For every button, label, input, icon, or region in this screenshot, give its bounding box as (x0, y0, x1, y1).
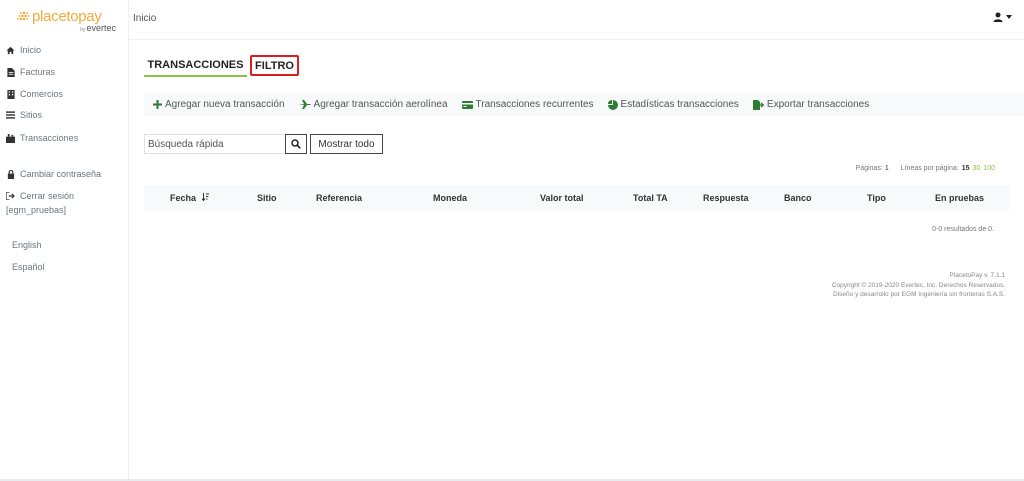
per-page-30[interactable]: 30 (973, 165, 981, 172)
sidebar-item-label: Transacciones (20, 133, 79, 143)
pie-chart-icon (607, 99, 618, 110)
column-fecha-label: Fecha (170, 193, 197, 203)
sidebar-item-facturas[interactable]: Facturas (6, 65, 55, 79)
username-label: [egm_pruebas] (6, 205, 67, 215)
sign-out-icon (6, 192, 15, 201)
column-en-pruebas[interactable]: En pruebas (935, 193, 984, 203)
sidebar-item-comercios[interactable]: Comercios (6, 87, 63, 101)
add-transaction-button[interactable]: Agregar nueva transacción (153, 99, 285, 110)
breadcrumb[interactable]: Inicio (133, 13, 156, 24)
pages-label: Páginas: (855, 165, 883, 172)
sidebar-item-label: Comercios (20, 89, 64, 99)
transaction-stats-button[interactable]: Estadísticas transacciones (607, 99, 739, 110)
per-page-100[interactable]: 100 (983, 165, 995, 172)
home-icon (6, 46, 15, 55)
sidebar-item-label: Inicio (20, 45, 42, 55)
sidebar-item-inicio[interactable]: Inicio (6, 43, 41, 57)
footer: PlacetoPay v. 7.1.1 Copyright © 2019-202… (832, 271, 1005, 300)
export-transactions-label: Exportar transacciones (766, 99, 870, 110)
column-total-ta[interactable]: Total TA (633, 193, 668, 203)
sidebar-item-sitios[interactable]: Sitios (6, 108, 42, 122)
file-export-icon (752, 99, 764, 110)
column-sitio[interactable]: Sitio (257, 193, 277, 203)
export-transactions-button[interactable]: Exportar transacciones (752, 99, 870, 110)
logo-by: by (80, 27, 86, 33)
transaction-stats-label: Estadísticas transacciones (620, 99, 739, 110)
sort-desc-icon (201, 193, 209, 202)
results-count: 0-0 resultados de 0. (932, 226, 994, 233)
sidebar: placetopay byevertec Inicio Facturas Com… (0, 0, 129, 481)
credit-card-icon (461, 100, 473, 109)
sidebar-item-label: Facturas (20, 67, 56, 77)
plane-icon (298, 100, 311, 109)
sidebar-item-label: Sitios (20, 110, 43, 120)
add-airline-transaction-button[interactable]: Agregar transacción aerolínea (298, 99, 448, 110)
column-valor-total[interactable]: Valor total (540, 193, 584, 203)
action-bar: Agregar nueva transacción Agregar transa… (144, 93, 1024, 116)
lock-icon (6, 169, 15, 179)
caret-down-icon (1006, 15, 1012, 19)
footer-copyright: Copyright © 2019-2020 Evertec, Inc. Dere… (831, 281, 1005, 289)
column-respuesta[interactable]: Respuesta (703, 193, 749, 203)
user-icon (993, 12, 1003, 22)
column-banco[interactable]: Banco (784, 193, 812, 203)
tab-transacciones[interactable]: TRANSACCIONES (144, 55, 247, 77)
logout-link[interactable]: Cerrar sesión (6, 189, 74, 203)
file-icon (6, 67, 15, 77)
column-moneda[interactable]: Moneda (433, 193, 467, 203)
exchange-icon (6, 133, 15, 143)
search-button[interactable] (285, 134, 307, 154)
sidebar-item-transacciones[interactable]: Transacciones (6, 131, 78, 145)
user-menu-button[interactable] (993, 12, 1012, 22)
logo-dots-icon (16, 11, 30, 21)
language-english[interactable]: English (12, 240, 42, 250)
building-icon (6, 89, 15, 99)
logo-subtitle: byevertec (80, 23, 116, 33)
recurring-transactions-label: Transacciones recurrentes (475, 99, 594, 110)
column-fecha[interactable]: Fecha (170, 193, 209, 203)
placetopay-logo[interactable]: placetopay byevertec (16, 8, 120, 34)
recurring-transactions-button[interactable]: Transacciones recurrentes (461, 99, 594, 110)
add-airline-transaction-label: Agregar transacción aerolínea (313, 99, 448, 110)
quick-search-input[interactable] (144, 134, 285, 154)
column-tipo[interactable]: Tipo (867, 193, 886, 203)
search-icon (291, 139, 301, 149)
footer-credits: Diseño y desarrollo por EGM Ingeniería s… (833, 291, 1005, 298)
change-password-link[interactable]: Cambiar contraseña (6, 167, 101, 181)
top-bar: Inicio (129, 0, 1024, 40)
per-page-label: Líneas por página: (900, 165, 959, 172)
show-all-button[interactable]: Mostrar todo (310, 134, 383, 154)
list-icon (6, 111, 15, 120)
per-page-15[interactable]: 15 (962, 165, 970, 172)
pagination: Páginas: 1 Líneas por página: 15 30 100 (856, 165, 995, 172)
add-transaction-label: Agregar nueva transacción (165, 99, 285, 110)
page-number[interactable]: 1 (885, 165, 889, 172)
footer-version: PlacetoPay v. 7.1.1 (949, 272, 1005, 279)
plus-icon (153, 100, 162, 109)
change-password-label: Cambiar contraseña (20, 169, 102, 179)
language-espanol[interactable]: Español (12, 262, 45, 272)
logout-label: Cerrar sesión (20, 191, 75, 201)
logo-evertec: evertec (86, 23, 116, 33)
tab-filtro[interactable]: FILTRO (250, 55, 299, 76)
column-referencia[interactable]: Referencia (316, 193, 362, 203)
transactions-table-header: Fecha Sitio Referencia Moneda Valor tota… (144, 185, 1009, 211)
